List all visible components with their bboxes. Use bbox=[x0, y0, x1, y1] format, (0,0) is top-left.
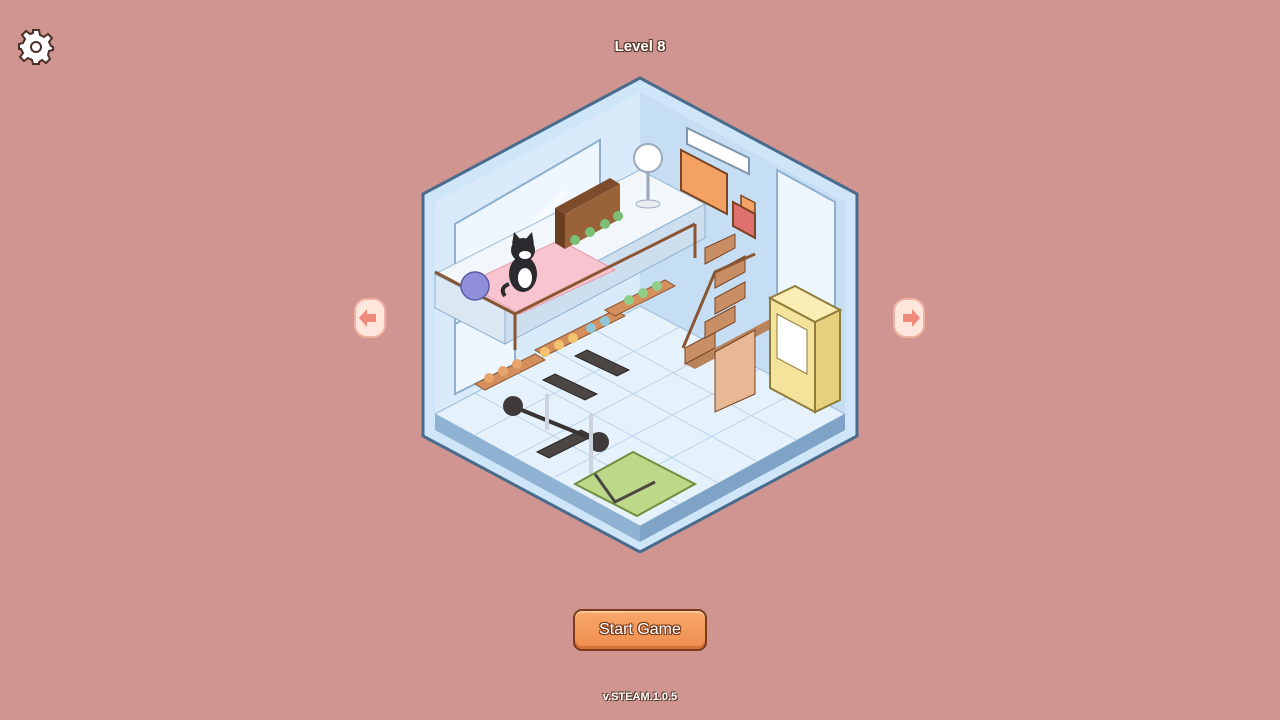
next-level-button[interactable] bbox=[891, 296, 927, 340]
isometric-gym-room bbox=[421, 76, 859, 554]
version-label: v.STEAM.1.0.5 bbox=[602, 691, 678, 703]
arrow-left-icon bbox=[354, 298, 386, 338]
level-title: Level 8 bbox=[614, 38, 666, 55]
start-game-button[interactable]: Start Game bbox=[573, 609, 707, 651]
room-illustration[interactable] bbox=[415, 74, 865, 556]
arrow-right-icon bbox=[893, 298, 925, 338]
previous-level-button[interactable] bbox=[352, 296, 388, 340]
